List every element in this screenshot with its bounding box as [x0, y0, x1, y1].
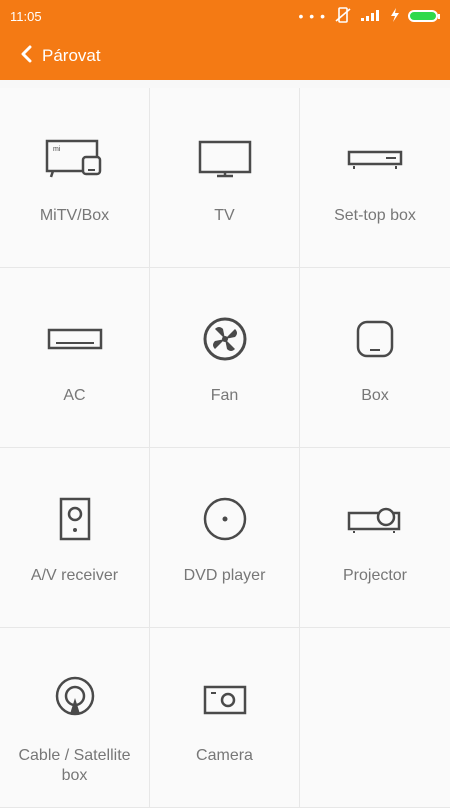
- device-mitv-box[interactable]: mi MiTV/Box: [0, 88, 150, 268]
- empty-grid-cell: [300, 628, 450, 808]
- device-label: Set-top box: [334, 207, 416, 224]
- status-bar: 11:05 • • •: [0, 0, 450, 32]
- device-label: Cable / Satellite box: [18, 747, 131, 784]
- device-label: Fan: [210, 387, 239, 404]
- camera-icon: [202, 676, 248, 722]
- device-tv[interactable]: TV: [150, 88, 300, 268]
- device-set-top-box[interactable]: Set-top box: [300, 88, 450, 268]
- battery-icon: [408, 10, 440, 22]
- device-label: Camera: [196, 747, 253, 764]
- device-label: MiTV/Box: [39, 207, 110, 224]
- back-arrow-icon: [20, 45, 32, 68]
- vibrate-off-icon: [334, 6, 352, 27]
- device-camera[interactable]: Camera: [150, 628, 300, 808]
- mitv-box-icon: mi: [45, 136, 105, 182]
- device-label: Box: [361, 387, 389, 404]
- page-title: Párovat: [42, 46, 101, 65]
- tv-icon: [197, 136, 253, 182]
- projector-icon: [346, 496, 404, 542]
- dvd-player-icon: [202, 496, 248, 542]
- app-header: Párovat: [0, 32, 450, 80]
- signal-icon: [360, 8, 382, 25]
- device-fan[interactable]: Fan: [150, 268, 300, 448]
- cable-satellite-icon: [52, 676, 98, 722]
- device-dvd-player[interactable]: DVD player: [150, 448, 300, 628]
- box-icon: [353, 316, 397, 362]
- device-grid: mi MiTV/Box TV Set-top box AC Fan Box A/…: [0, 88, 450, 808]
- back-button[interactable]: Párovat: [20, 45, 101, 68]
- device-projector[interactable]: Projector: [300, 448, 450, 628]
- set-top-box-icon: [346, 136, 404, 182]
- device-label: Projector: [342, 567, 408, 584]
- svg-text:mi: mi: [53, 146, 61, 153]
- device-av-receiver[interactable]: A/V receiver: [0, 448, 150, 628]
- device-ac[interactable]: AC: [0, 268, 150, 448]
- device-label: TV: [214, 207, 235, 224]
- fan-icon: [202, 316, 248, 362]
- device-box[interactable]: Box: [300, 268, 450, 448]
- device-label: AC: [63, 387, 86, 404]
- status-time: 11:05: [10, 8, 42, 24]
- av-receiver-icon: [57, 496, 93, 542]
- notification-dots-icon: • • •: [298, 8, 326, 24]
- device-cable-satellite-box[interactable]: Cable / Satellite box: [0, 628, 150, 808]
- device-label: A/V receiver: [30, 567, 119, 584]
- ac-icon: [46, 316, 104, 362]
- charging-icon: [390, 7, 400, 25]
- device-label: DVD player: [183, 567, 266, 584]
